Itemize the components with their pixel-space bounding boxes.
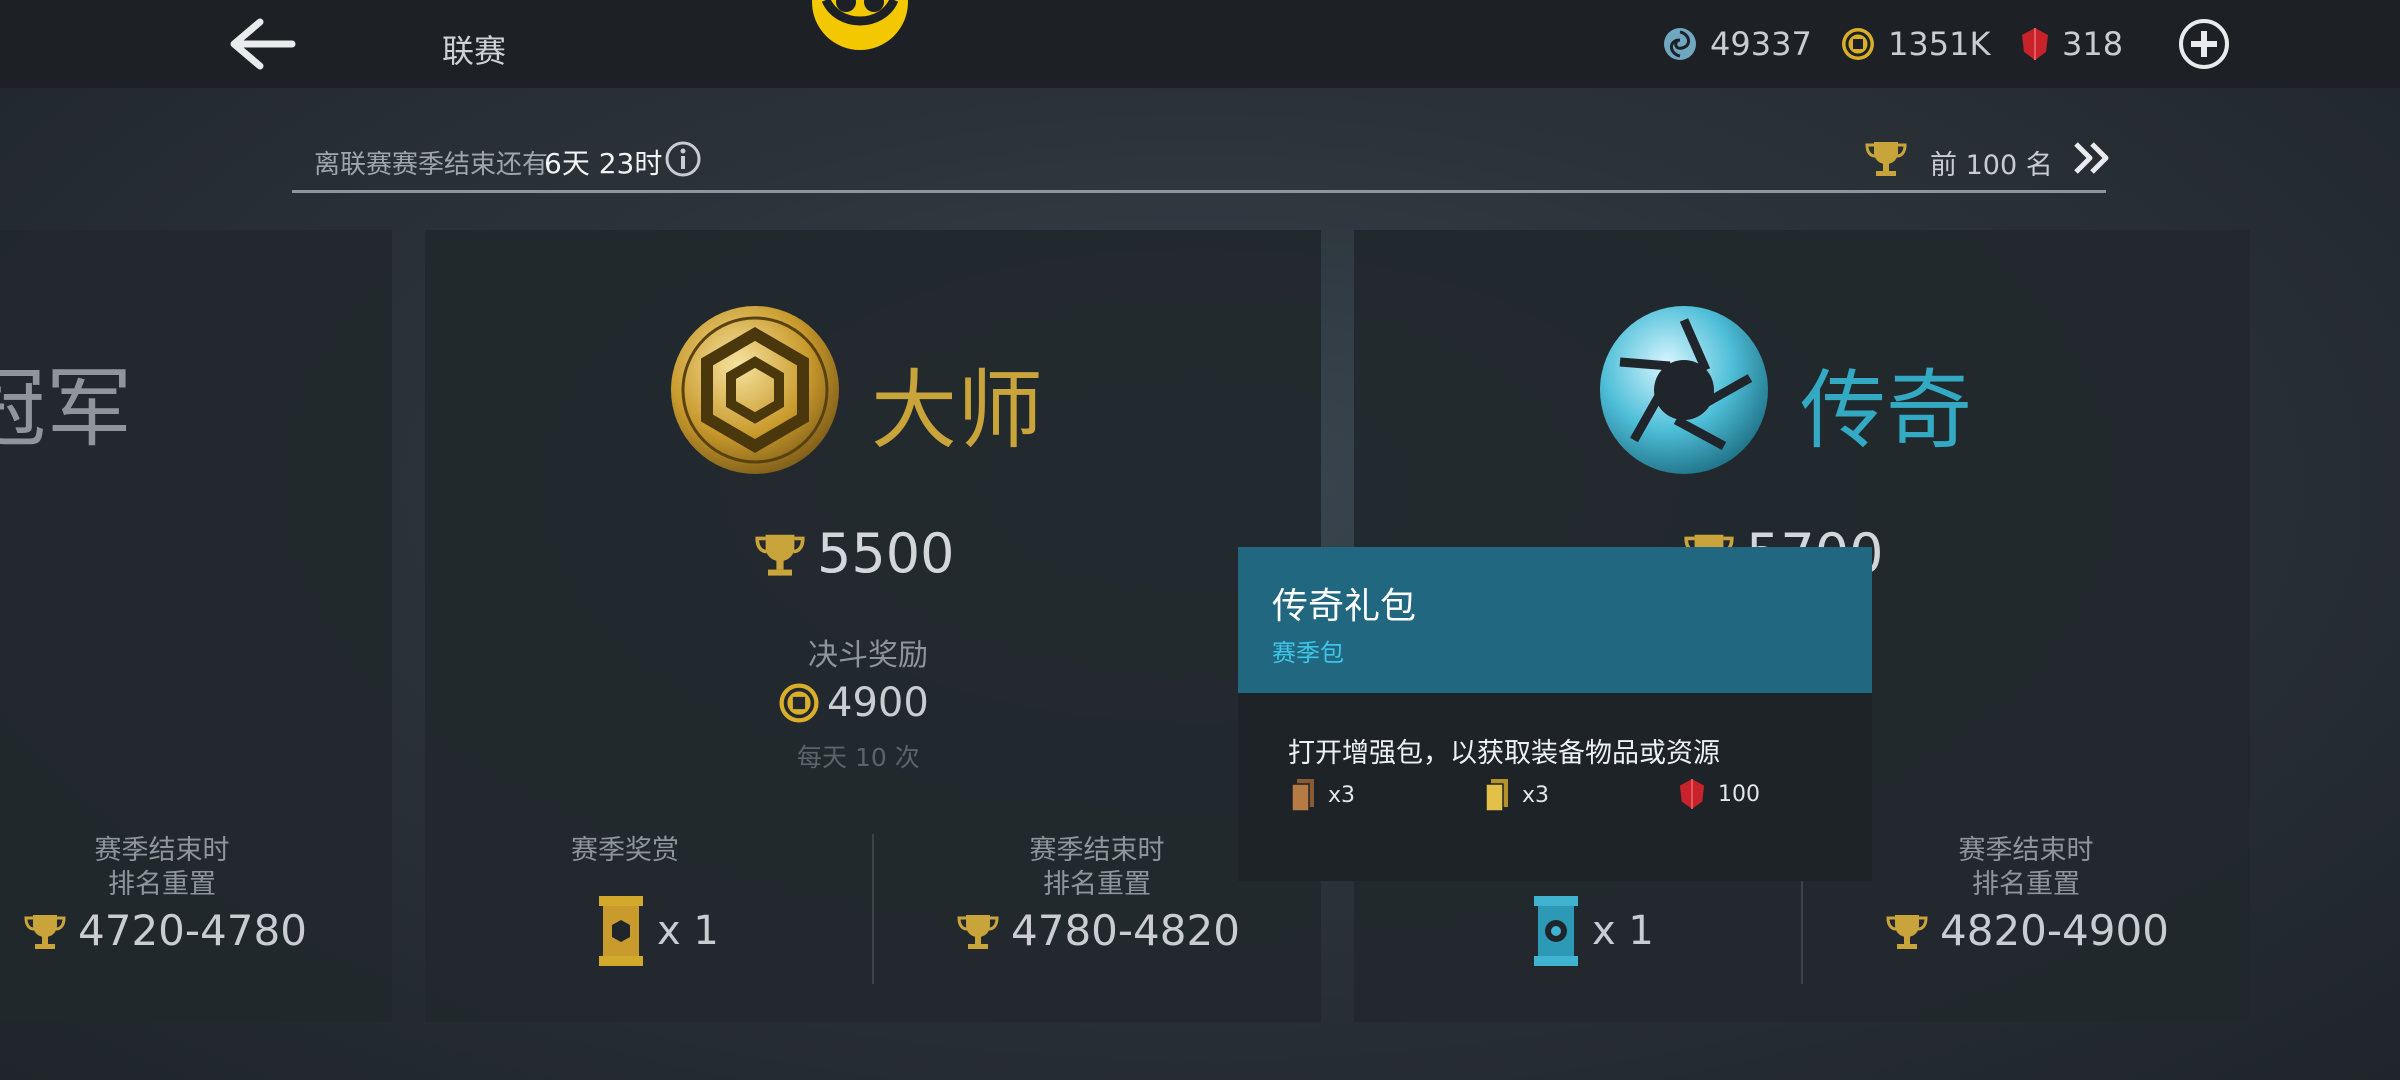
master-tier-card[interactable]: 大师 5500 决斗奖励 4900 每天 10 次 赛季奖赏 x 1 赛季结束时… xyxy=(425,230,1321,1022)
add-currency-button[interactable] xyxy=(2178,18,2230,70)
trophy-icon xyxy=(1865,142,1907,176)
gold-pack-qty: x3 xyxy=(1522,782,1550,808)
top-bar: 联赛 49337 1351K 318 xyxy=(0,0,2400,88)
reset-line2: 排名重置 xyxy=(1972,869,2080,900)
daily-limit: 每天 10 次 xyxy=(797,743,920,772)
legend-reset-label: 赛季结束时 排名重置 xyxy=(1904,834,2148,902)
bronze-pack-qty: x3 xyxy=(1328,782,1356,808)
master-score: 5500 xyxy=(753,522,954,585)
tooltip-item-gold-pack: x3 xyxy=(1484,777,1549,813)
tooltip-subtitle: 赛季包 xyxy=(1272,639,1344,667)
legend-emblem-icon xyxy=(1600,306,1768,474)
top-100-label: 前 100 名 xyxy=(1930,150,2053,181)
master-reset-label: 赛季结束时 排名重置 xyxy=(975,834,1219,902)
trophy-icon xyxy=(24,914,66,949)
gold-coin-icon xyxy=(779,683,819,723)
season-end-label: 离联赛赛季结束还有 xyxy=(314,150,549,180)
legend-pack-tooltip[interactable]: 传奇礼包 赛季包 打开增强包，以获取装备物品或资源 x3 x3 100 xyxy=(1238,547,1872,881)
info-button[interactable] xyxy=(664,140,702,178)
reset-line1: 赛季结束时 xyxy=(94,835,230,866)
master-reset-range: 4780-4820 xyxy=(955,906,1240,955)
master-score-value: 5500 xyxy=(817,522,955,585)
swirl-token-icon xyxy=(1664,28,1696,60)
gem-qty: 100 xyxy=(1718,781,1760,807)
view-top-100-button[interactable] xyxy=(2070,138,2114,178)
league-emblem-icon xyxy=(812,0,908,50)
duel-reward-label: 决斗奖励 xyxy=(808,638,928,673)
gold-pack-icon xyxy=(1485,779,1508,812)
season-reward-item[interactable]: x 1 xyxy=(597,894,719,968)
bronze-pack-icon xyxy=(1291,779,1314,812)
trophy-icon xyxy=(755,534,805,576)
currency-token: 49337 xyxy=(1662,22,1812,66)
gold-amount: 1351K xyxy=(1888,25,1991,63)
legend-season-reward-count: x 1 xyxy=(1592,908,1654,954)
duel-reward-value: 4900 xyxy=(827,680,929,726)
legend-season-reward-item[interactable]: x 1 xyxy=(1532,894,1654,968)
reset-line2: 排名重置 xyxy=(108,869,216,900)
legend-reset-range-value: 4820-4900 xyxy=(1940,906,2169,955)
info-icon xyxy=(665,141,701,177)
season-reward-count: x 1 xyxy=(657,908,719,954)
reset-line1: 赛季结束时 xyxy=(1029,835,1165,866)
champion-tier-card[interactable]: 冠军 赛季结束时 排名重置 4720-4780 xyxy=(0,230,392,1022)
plus-circle-icon xyxy=(2179,19,2229,69)
tooltip-description: 打开增强包，以获取装备物品或资源 xyxy=(1288,738,1720,769)
tooltip-title: 传奇礼包 xyxy=(1272,586,1417,627)
red-gem-icon xyxy=(2022,28,2048,60)
reset-line1: 赛季结束时 xyxy=(1958,835,2094,866)
red-gem-icon xyxy=(1679,779,1705,809)
duel-reward-amount: 4900 xyxy=(777,680,929,726)
reset-rank-label: 赛季结束时 排名重置 xyxy=(40,834,284,902)
reset-range: 4720-4780 xyxy=(22,906,307,955)
legend-tier-name: 传奇 xyxy=(1800,361,1972,461)
back-arrow-icon xyxy=(230,18,296,70)
cyan-pack-icon xyxy=(1534,896,1578,966)
trophy-icon xyxy=(1886,914,1928,949)
trophy-icon xyxy=(957,914,999,949)
season-time-left: 6天 23时 xyxy=(544,147,663,180)
master-reset-range-value: 4780-4820 xyxy=(1011,906,1240,955)
gold-coin-icon xyxy=(1842,28,1874,60)
gem-amount: 318 xyxy=(2062,25,2124,63)
token-amount: 49337 xyxy=(1710,25,1812,63)
currency-gem: 318 xyxy=(2020,22,2123,66)
champion-tier-name: 冠军 xyxy=(0,359,132,459)
reset-line2: 排名重置 xyxy=(1043,869,1151,900)
back-button[interactable] xyxy=(220,14,300,74)
page-title: 联赛 xyxy=(442,32,507,70)
reset-range-value: 4720-4780 xyxy=(78,906,307,955)
column-divider xyxy=(872,834,874,984)
currency-gold: 1351K xyxy=(1840,22,1990,66)
master-emblem-icon xyxy=(671,306,839,474)
master-tier-name: 大师 xyxy=(871,361,1043,461)
gold-pack-icon xyxy=(599,896,643,966)
double-chevron-right-icon xyxy=(2074,142,2109,174)
legend-reset-range: 4820-4900 xyxy=(1884,906,2169,955)
tooltip-header: 传奇礼包 赛季包 xyxy=(1238,547,1872,693)
season-reward-label: 赛季奖赏 xyxy=(571,835,679,866)
season-timer-bar: 离联赛赛季结束还有 6天 23时 前 100 名 xyxy=(292,130,2109,193)
tooltip-item-bronze-pack: x3 xyxy=(1290,777,1355,813)
tooltip-item-gems: 100 xyxy=(1678,777,1760,811)
